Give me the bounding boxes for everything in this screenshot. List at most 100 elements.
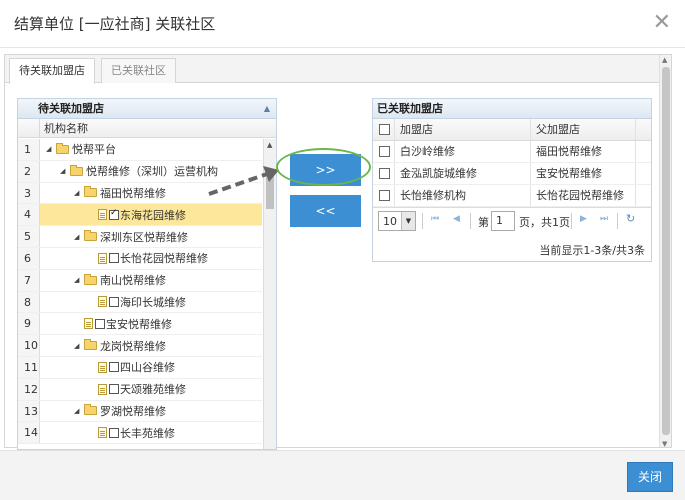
tree-row[interactable]: 1 ◢ 悦帮平台 [18,139,262,161]
tree-row[interactable]: 14 长丰苑维修 [18,422,262,445]
tree-row[interactable]: 5 ◢ 深圳东区悦帮维修 [18,226,262,248]
table-row[interactable]: 金泓凯旋城维修 宝安悦帮维修 [373,163,651,185]
first-page-icon[interactable]: ⏮ [431,214,439,224]
tree-node: ◢ 南山悦帮维修 [46,270,166,291]
folder-icon [84,186,97,198]
expand-toggle-icon[interactable]: ◢ [74,407,84,415]
tree-node-label: 福田悦帮维修 [100,186,166,200]
rownum-header [18,119,40,137]
row-number: 10 [18,335,40,356]
expand-toggle-icon[interactable]: ◢ [74,189,84,197]
node-checkbox[interactable] [109,427,119,438]
refresh-icon[interactable]: ↻ [626,212,635,225]
row-checkbox[interactable] [379,190,390,201]
file-icon [98,361,107,373]
column-header-org-name: 机构名称 [44,122,88,135]
tree-header: 机构名称 [18,119,276,138]
tree-row[interactable]: 13 ◢ 罗湖悦帮维修 [18,400,262,423]
annotation-arrow-icon [208,166,279,196]
tree-row[interactable]: 8 海印长城维修 [18,291,262,314]
folder-icon [56,142,69,154]
tree-node: 四山谷维修 [46,357,175,378]
associated-stores-panel: 已关联加盟店 加盟店 父加盟店 白沙岭维修 福田悦帮维修 金泓凯旋城维修 宝安悦帮维修… [372,98,652,262]
tree-node-label: 宝安悦帮维修 [106,317,172,331]
table-row[interactable]: 白沙岭维修 福田悦帮维修 [373,141,651,163]
tree-node: 长丰苑维修 [46,422,175,443]
row-number: 7 [18,269,40,291]
scroll-up-icon[interactable]: ▲ [267,141,272,149]
close-icon[interactable]: ✕ [653,12,671,34]
node-checkbox[interactable] [109,296,119,307]
node-checkbox[interactable] [95,318,105,329]
tree-node-label: 东海花园维修 [120,208,186,222]
row-number: 4 [18,204,40,226]
tree-node: ◢ 悦帮平台 [46,139,116,160]
node-checkbox[interactable] [109,384,119,395]
tree-row[interactable]: 12 天颂雅苑维修 [18,378,262,401]
tree-row[interactable]: 6 长怡花园悦帮维修 [18,247,262,270]
tree-node-label: 天颂雅苑维修 [120,383,186,397]
next-page-icon[interactable]: ▶ [580,214,587,224]
tree-row[interactable]: 4 东海花园维修 [18,204,262,227]
panel-title-text: 已关联加盟店 [377,102,443,115]
file-icon [98,427,107,439]
expand-toggle-icon[interactable]: ◢ [60,167,70,175]
tree-node: ◢ 罗湖悦帮维修 [46,401,166,422]
tab-associated-communities[interactable]: 已关联社区 [101,58,176,83]
row-checkbox[interactable] [379,168,390,179]
tree-node-label: 四山谷维修 [120,361,175,375]
panel-title-text: 待关联加盟店 [38,102,104,115]
store-cell: 金泓凯旋城维修 [400,167,477,180]
page-size-select[interactable]: 10 ▼ [378,211,416,231]
scroll-thumb[interactable] [662,67,670,435]
dialog-title: 结算单位 [一应社商] 关联社区 [14,15,216,33]
parent-store-cell: 宝安悦帮维修 [536,167,602,180]
row-number: 9 [18,313,40,335]
dialog: 结算单位 [一应社商] 关联社区 ✕ 待关联加盟店 已关联社区 ▲ ▼ 待关联加… [0,0,685,500]
remove-association-button[interactable]: << [290,195,361,227]
tree-node: 天颂雅苑维修 [46,379,186,400]
close-button[interactable]: 关闭 [627,462,673,492]
tree-node-label: 悦帮维修（深圳）运营机构 [86,165,218,179]
tree-row[interactable]: 10 ◢ 龙岗悦帮维修 [18,335,262,357]
table-row[interactable]: 长怡维修机构 长怡花园悦帮维修 [373,185,651,207]
expand-toggle-icon[interactable]: ◢ [74,342,84,350]
node-checkbox[interactable] [109,362,119,373]
scroll-up-icon[interactable]: ▲ [662,56,667,64]
tree-node: ◢ 龙岗悦帮维修 [46,335,166,356]
folder-icon [84,273,97,285]
grid-rows: 白沙岭维修 福田悦帮维修金泓凯旋城维修 宝安悦帮维修长怡维修机构 长怡花园悦帮维修 [373,141,651,207]
tree-row[interactable]: 7 ◢ 南山悦帮维修 [18,269,262,292]
select-all-checkbox[interactable] [379,124,390,135]
column-header-parent-store: 父加盟店 [536,123,580,136]
chevron-down-icon[interactable]: ▼ [401,212,415,230]
dialog-scrollbar[interactable]: ▲ ▼ [659,55,671,447]
row-number: 3 [18,182,40,204]
node-checkbox[interactable] [109,208,119,220]
node-checkbox[interactable] [109,253,119,264]
last-page-icon[interactable]: ⏭ [600,214,608,224]
store-cell: 白沙岭维修 [400,145,455,158]
pending-stores-panel: 待关联加盟店 ▲ 机构名称 1 ◢ 悦帮平台 2 ◢ 悦帮维修（深圳）运营机构 3 ◢ 福田悦帮… [17,98,277,450]
expand-toggle-icon[interactable]: ◢ [74,276,84,284]
tree-node-label: 悦帮平台 [72,143,116,157]
tree-node-label: 罗湖悦帮维修 [100,404,166,418]
scroll-down-icon[interactable]: ▼ [662,440,667,447]
tree-node-label: 长丰苑维修 [120,426,175,440]
page-number-input[interactable]: 1 [491,211,515,231]
row-number: 8 [18,291,40,313]
expand-toggle-icon[interactable]: ◢ [74,233,84,241]
page-prefix: 第 [478,216,489,229]
prev-page-icon[interactable]: ◀ [453,214,460,224]
tree-row[interactable]: 9 宝安悦帮维修 [18,313,262,336]
row-checkbox[interactable] [379,146,390,157]
collapse-icon[interactable]: ▲ [264,99,270,119]
row-number: 5 [18,226,40,247]
tree-node: 东海花园维修 [46,204,186,225]
dialog-header: 结算单位 [一应社商] 关联社区 ✕ [0,0,685,48]
store-cell: 长怡维修机构 [400,189,466,202]
tree-row[interactable]: 11 四山谷维修 [18,356,262,379]
tab-pending-stores[interactable]: 待关联加盟店 [9,58,95,84]
expand-toggle-icon[interactable]: ◢ [46,145,56,153]
tree-node: 海印长城维修 [46,292,186,313]
